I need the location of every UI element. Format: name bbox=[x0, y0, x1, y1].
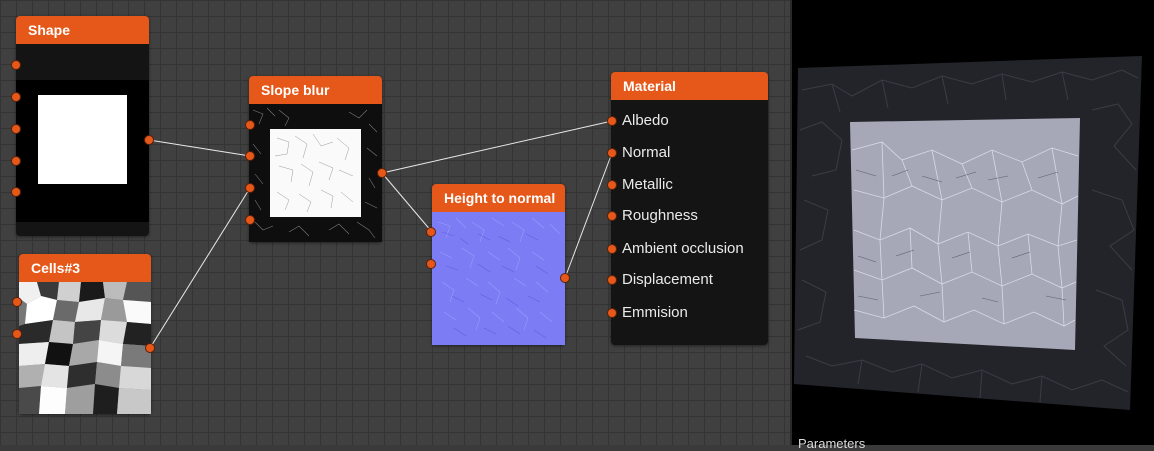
slope-blur-preview bbox=[249, 104, 382, 242]
3d-material-preview bbox=[794, 56, 1142, 410]
shape-input-port-3[interactable] bbox=[11, 124, 21, 134]
wire-slope-blur-to-albedo bbox=[381, 120, 613, 174]
shape-preview-square bbox=[38, 95, 127, 184]
shape-node-title[interactable]: Shape bbox=[16, 16, 149, 44]
height-to-normal-output-port[interactable] bbox=[560, 273, 570, 283]
height-to-normal-input-port-1[interactable] bbox=[426, 227, 436, 237]
wire-slope-blur-to-height-to-normal bbox=[381, 172, 433, 233]
material-albedo-label: Albedo bbox=[622, 112, 669, 129]
preview-plane-raised-square bbox=[850, 118, 1080, 350]
parameters-panel-label: Parameters bbox=[798, 436, 866, 451]
material-node[interactable]: Material Albedo Normal Metallic Roughnes… bbox=[607, 72, 768, 345]
shape-output-port[interactable] bbox=[144, 135, 154, 145]
material-displacement-port[interactable] bbox=[607, 275, 617, 285]
material-roughness-port[interactable] bbox=[607, 211, 617, 221]
cells-noise-pattern bbox=[19, 282, 151, 414]
slope-blur-node[interactable]: Slope blur bbox=[245, 76, 387, 242]
3d-preview-viewport[interactable]: Parameters bbox=[790, 0, 1154, 451]
material-normal-label: Normal bbox=[622, 144, 671, 161]
material-displacement-label: Displacement bbox=[622, 271, 713, 288]
material-emmision-port[interactable] bbox=[607, 308, 617, 318]
cells-input-port-1[interactable] bbox=[12, 297, 22, 307]
height-to-normal-preview bbox=[432, 212, 565, 345]
material-metallic-label: Metallic bbox=[622, 176, 673, 193]
cells-node[interactable]: Cells#3 bbox=[12, 254, 155, 414]
shape-input-port-4[interactable] bbox=[11, 156, 21, 166]
slope-blur-pattern bbox=[249, 104, 382, 242]
material-albedo-port[interactable] bbox=[607, 116, 617, 126]
cells-output-port[interactable] bbox=[145, 343, 155, 353]
material-normal-port[interactable] bbox=[607, 148, 617, 158]
wire-height-to-normal-to-normal bbox=[564, 152, 613, 279]
material-ambient-occlusion-label: Ambient occlusion bbox=[622, 240, 744, 257]
slope-blur-input-port-3[interactable] bbox=[245, 183, 255, 193]
node-graph-canvas[interactable]: Shape Cells#3 Slope blur Height to norma… bbox=[0, 0, 790, 445]
slope-blur-output-port[interactable] bbox=[377, 168, 387, 178]
material-metallic-port[interactable] bbox=[607, 180, 617, 190]
shape-input-port-1[interactable] bbox=[11, 60, 21, 70]
material-emmision-label: Emmision bbox=[622, 304, 688, 321]
material-node-title[interactable]: Material bbox=[611, 72, 768, 100]
shape-input-port-2[interactable] bbox=[11, 92, 21, 102]
shape-node[interactable]: Shape bbox=[11, 16, 154, 236]
wire-shape-to-slope-blur bbox=[148, 139, 251, 157]
cells-input-port-2[interactable] bbox=[12, 329, 22, 339]
material-roughness-label: Roughness bbox=[622, 207, 698, 224]
cells-preview bbox=[19, 282, 151, 414]
height-to-normal-node[interactable]: Height to normal bbox=[426, 184, 570, 345]
slope-blur-input-port-2[interactable] bbox=[245, 151, 255, 161]
height-to-normal-input-port-2[interactable] bbox=[426, 259, 436, 269]
normal-map-pattern bbox=[432, 212, 565, 345]
shape-input-port-5[interactable] bbox=[11, 187, 21, 197]
material-ambient-occlusion-port[interactable] bbox=[607, 244, 617, 254]
slope-blur-input-port-4[interactable] bbox=[245, 215, 255, 225]
height-to-normal-node-title[interactable]: Height to normal bbox=[432, 184, 565, 212]
cells-node-title[interactable]: Cells#3 bbox=[19, 254, 151, 282]
slope-blur-node-title[interactable]: Slope blur bbox=[249, 76, 382, 104]
slope-blur-input-port-1[interactable] bbox=[245, 120, 255, 130]
shape-preview bbox=[16, 80, 149, 222]
wire-cells-to-slope-blur bbox=[149, 187, 251, 349]
